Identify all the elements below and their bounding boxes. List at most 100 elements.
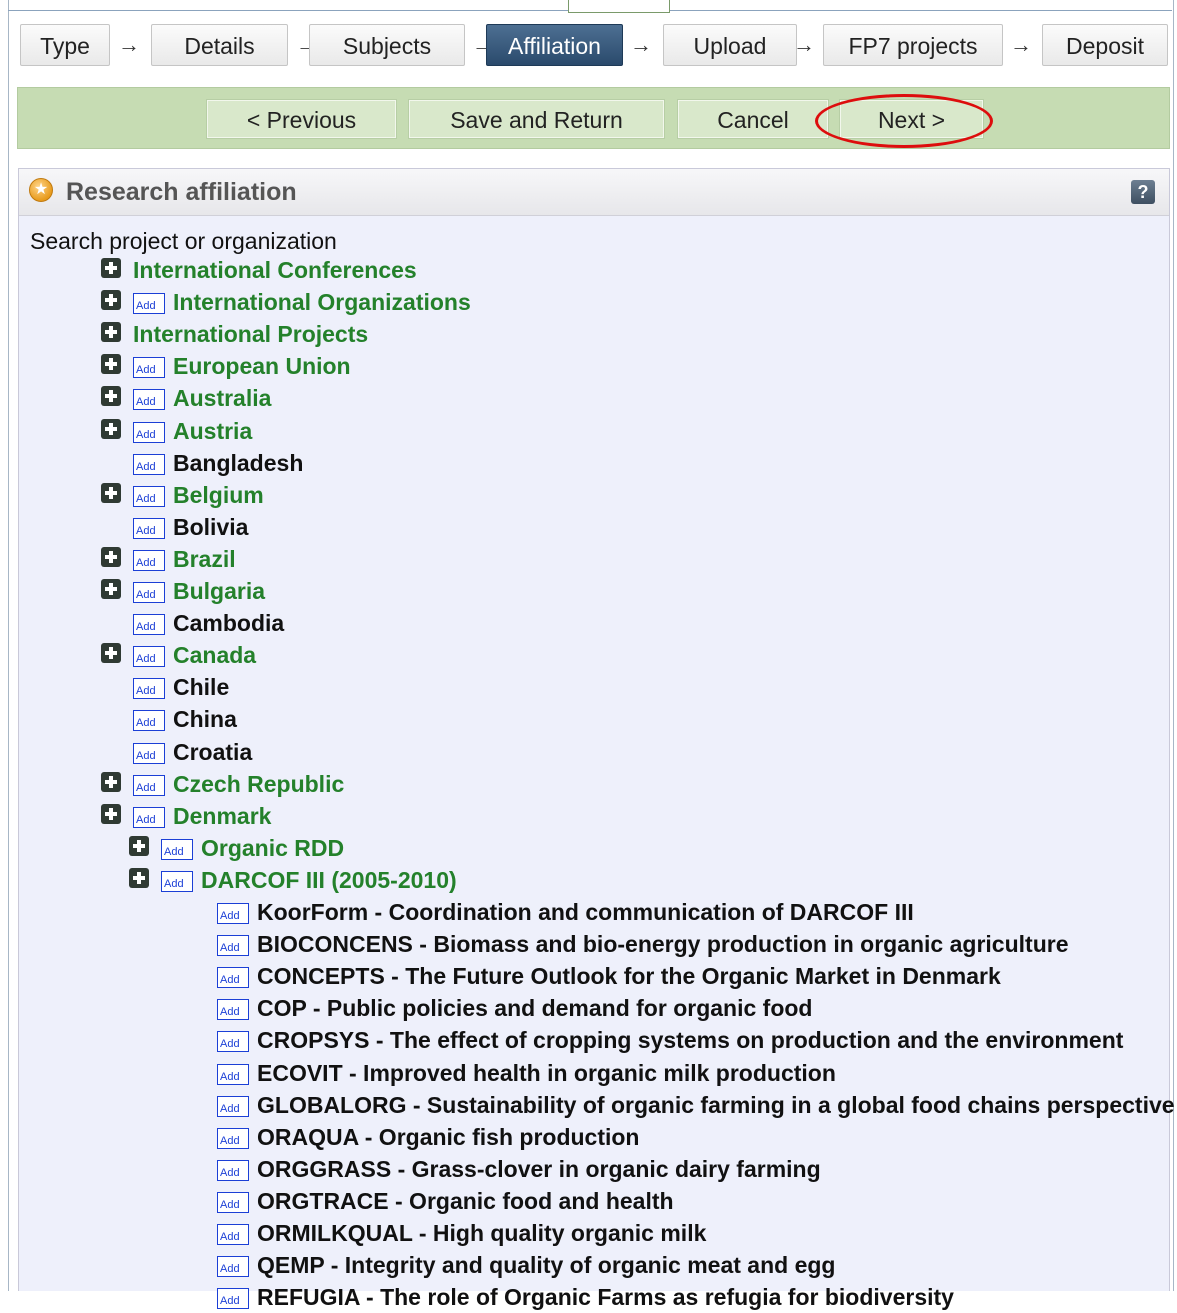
add-icon[interactable]: Add <box>133 454 165 475</box>
expand-plus-icon[interactable] <box>101 483 121 503</box>
tree-item-label: CROPSYS - The effect of cropping systems… <box>257 1027 1124 1053</box>
tree-item-label[interactable]: Canada <box>173 640 256 670</box>
expand-plus-icon[interactable] <box>101 579 121 599</box>
tree-item-label[interactable]: Denmark <box>173 801 271 831</box>
expand-plus-icon[interactable] <box>129 868 149 888</box>
tree-item-label: KoorForm - Coordination and communicatio… <box>257 899 914 925</box>
help-icon[interactable]: ? <box>1131 180 1155 204</box>
tree-item-label[interactable]: International Projects <box>133 319 368 349</box>
tree-item: Add CROPSYS - The effect of cropping syst… <box>19 1025 1159 1055</box>
add-icon[interactable]: Add <box>217 967 249 988</box>
save-and-return-button[interactable]: Save and Return <box>408 99 665 139</box>
add-icon[interactable]: Add <box>217 1128 249 1149</box>
step-affiliation[interactable]: Affiliation <box>486 24 623 66</box>
expand-plus-icon[interactable] <box>101 804 121 824</box>
add-icon[interactable]: Add <box>133 807 165 828</box>
add-icon[interactable]: Add <box>133 293 165 314</box>
research-affiliation-panel: ★ Research affiliation ? Search project … <box>18 168 1175 1310</box>
step-details[interactable]: Details <box>151 24 288 66</box>
tree-item: Add Croatia <box>19 737 1159 767</box>
add-icon[interactable]: Add <box>133 486 165 507</box>
tree-item-label[interactable]: DARCOF III (2005-2010) <box>201 865 457 895</box>
tree-item-label[interactable]: Austria <box>173 416 252 446</box>
tree-item-label[interactable]: Czech Republic <box>173 769 344 799</box>
panel-header: ★ Research affiliation ? <box>19 169 1169 216</box>
add-icon[interactable]: Add <box>217 1224 249 1245</box>
tree-item: Add QEMP - Integrity and quality of organ… <box>19 1250 1159 1280</box>
step-fp7-projects[interactable]: FP7 projects <box>823 24 1003 66</box>
add-icon[interactable]: Add <box>217 1096 249 1117</box>
add-icon[interactable]: Add <box>217 903 249 924</box>
tree-item: Add ECOVIT - Improved health in organic m… <box>19 1058 1159 1088</box>
tree-item: Add Denmark <box>19 801 1159 831</box>
tree-item-label: GLOBALORG - Sustainability of organic fa… <box>257 1092 1175 1118</box>
tree-item: Add International Organizations <box>19 287 1159 317</box>
add-icon[interactable]: Add <box>161 871 193 892</box>
add-icon[interactable]: Add <box>133 389 165 410</box>
step-upload[interactable]: Upload <box>663 24 797 66</box>
tree-item-label: ECOVIT - Improved health in organic milk… <box>257 1060 836 1086</box>
add-icon[interactable]: Add <box>161 839 193 860</box>
tree-item: Add DARCOF III (2005-2010) <box>19 865 1159 895</box>
add-icon[interactable]: Add <box>133 775 165 796</box>
tree-item: Add Bangladesh <box>19 448 1159 478</box>
add-icon[interactable]: Add <box>133 422 165 443</box>
tree-item-label[interactable]: Organic RDD <box>201 833 344 863</box>
expand-plus-icon[interactable] <box>129 836 149 856</box>
add-icon[interactable]: Add <box>133 357 165 378</box>
tree-item-label[interactable]: Australia <box>173 383 271 413</box>
step-type[interactable]: Type <box>20 24 110 66</box>
step-arrow-icon: → <box>630 32 652 57</box>
expand-plus-icon[interactable] <box>101 643 121 663</box>
tree-item: International Conferences <box>19 255 1159 285</box>
tree-item: Add Czech Republic <box>19 769 1159 799</box>
tree-item-label[interactable]: International Organizations <box>173 287 471 317</box>
cancel-button[interactable]: Cancel <box>677 99 829 139</box>
previous-button[interactable]: < Previous <box>206 99 397 139</box>
add-icon[interactable]: Add <box>217 1192 249 1213</box>
expand-plus-icon[interactable] <box>101 419 121 439</box>
add-icon[interactable]: Add <box>217 1031 249 1052</box>
expand-plus-icon[interactable] <box>101 290 121 310</box>
tree-item-label[interactable]: European Union <box>173 351 351 381</box>
tree-item-label: BIOCONCENS - Biomass and bio-energy prod… <box>257 931 1069 957</box>
add-icon[interactable]: Add <box>217 1288 249 1309</box>
add-icon[interactable]: Add <box>133 646 165 667</box>
add-icon[interactable]: Add <box>217 999 249 1020</box>
tree-item-label[interactable]: Belgium <box>173 480 264 510</box>
tree-item-label: Cambodia <box>173 610 285 636</box>
add-icon[interactable]: Add <box>133 550 165 571</box>
add-icon[interactable]: Add <box>217 935 249 956</box>
expand-plus-icon[interactable] <box>101 258 121 278</box>
tree-item-label: REFUGIA - The role of Organic Farms as r… <box>257 1284 954 1310</box>
expand-plus-icon[interactable] <box>101 386 121 406</box>
add-icon[interactable]: Add <box>217 1160 249 1181</box>
tree-item: Add China <box>19 704 1159 734</box>
star-icon: ★ <box>29 178 53 202</box>
expand-plus-icon[interactable] <box>101 322 121 342</box>
expand-plus-icon[interactable] <box>101 772 121 792</box>
step-subjects[interactable]: Subjects <box>309 24 465 66</box>
action-bar: < Previous Save and Return Cancel Next > <box>17 87 1170 149</box>
add-icon[interactable]: Add <box>217 1064 249 1085</box>
add-icon[interactable]: Add <box>133 518 165 539</box>
step-navigation: Type → Details → Subjects → Affiliation … <box>20 24 1170 68</box>
tree-item: Add CONCEPTS - The Future Outlook for the… <box>19 961 1159 991</box>
expand-plus-icon[interactable] <box>101 354 121 374</box>
tree-item: Add Canada <box>19 640 1159 670</box>
expand-plus-icon[interactable] <box>101 547 121 567</box>
step-deposit[interactable]: Deposit <box>1042 24 1168 66</box>
tree-item-label: Bangladesh <box>173 450 304 476</box>
tree-item: Add Organic RDD <box>19 833 1159 863</box>
add-icon[interactable]: Add <box>133 678 165 699</box>
add-icon[interactable]: Add <box>133 710 165 731</box>
add-icon[interactable]: Add <box>133 743 165 764</box>
tree-item: Add Australia <box>19 383 1159 413</box>
add-icon[interactable]: Add <box>133 614 165 635</box>
tree-item-label[interactable]: Brazil <box>173 544 236 574</box>
tree-item-label[interactable]: Bulgaria <box>173 576 265 606</box>
add-icon[interactable]: Add <box>217 1256 249 1277</box>
step-arrow-icon: → <box>118 32 140 57</box>
tree-item-label[interactable]: International Conferences <box>133 255 417 285</box>
add-icon[interactable]: Add <box>133 582 165 603</box>
